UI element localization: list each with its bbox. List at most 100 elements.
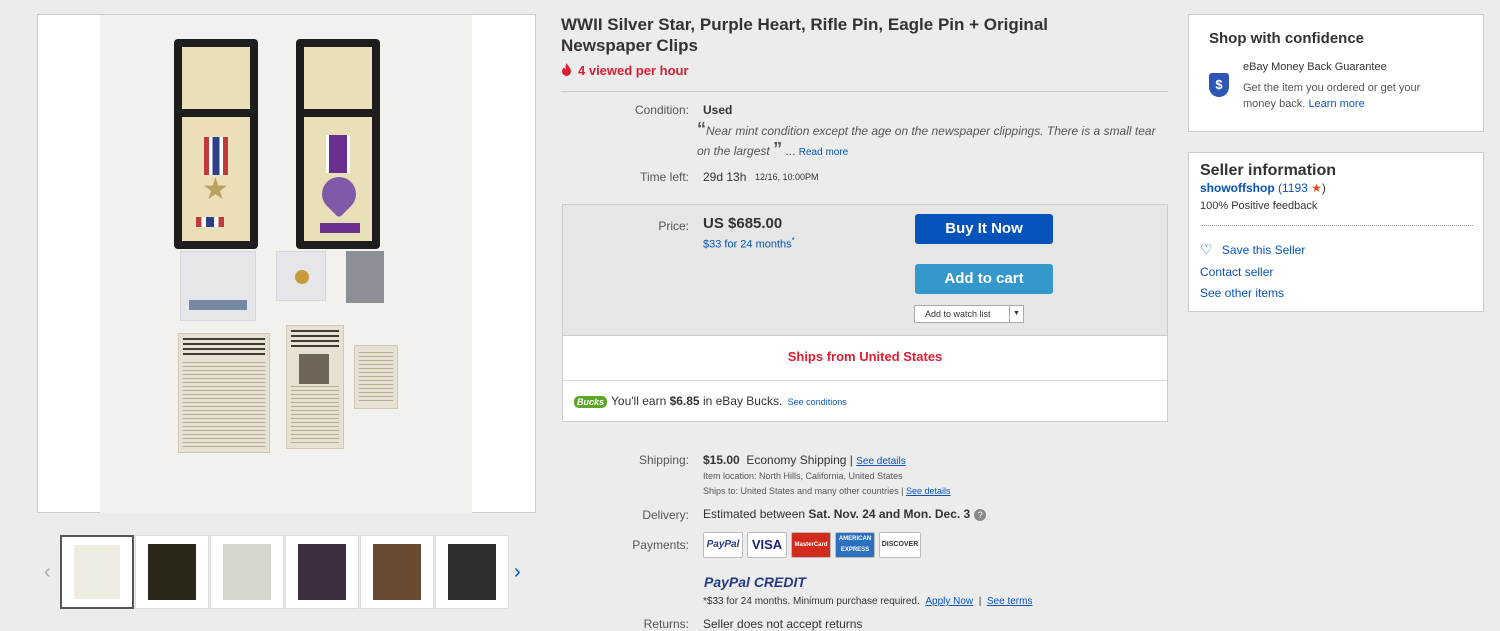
divider [561,91,1168,92]
ships-to-details-link[interactable]: See details [906,486,951,496]
watch-list-label: Add to watch list [925,309,991,319]
newspaper-clip-3 [354,345,398,409]
ships-from: Ships from United States [787,349,943,364]
newspaper-clip-2 [286,325,344,449]
thumbnail-2[interactable] [135,535,209,609]
guarantee-desc: Get the item you ordered or get your mon… [1243,80,1453,112]
watch-list-button[interactable]: Add to watch list ▼ [914,305,1024,323]
open-quote: “ [697,119,706,139]
amex-icon: AMERICAN EXPRESS [835,532,875,558]
contact-seller-link[interactable]: Contact seller [1200,265,1273,279]
seller-note-text: Near mint condition except the age on th… [697,124,1156,158]
time-left-label: Time left: [640,170,689,184]
purple-heart-case [296,39,380,249]
thumbnail-strip: ‹ › [40,533,530,611]
thumbnail-1[interactable] [60,535,134,609]
seller-info-card: Seller information showoffshop (1193 ★) … [1188,152,1484,312]
bucks-amount: $6.85 [669,394,700,408]
delivery-value: Estimated between Sat. Nov. 24 and Mon. … [703,507,987,521]
separator: | [846,453,857,467]
newspaper-clip-1 [178,333,270,453]
delivery-text: Estimated between [703,507,809,521]
read-more-link[interactable]: Read more [799,147,848,158]
apply-now-link[interactable]: Apply Now [925,596,973,607]
thumbnail-6[interactable] [435,535,509,609]
price-box-footer [563,335,1167,421]
save-seller-button[interactable]: ♡ Save this Seller [1200,241,1305,258]
shipping-value: $15.00 Economy Shipping | See details [703,453,906,467]
seller-name-link[interactable]: showoffshop [1200,181,1275,195]
divider [563,380,1167,381]
viewed-text: 4 viewed per hour [578,63,689,78]
divider [1201,225,1473,226]
silver-star-case: ★ [174,39,258,249]
shipping-details-link[interactable]: See details [856,456,905,467]
thumbnail-3[interactable] [210,535,284,609]
credit-note-text: *$33 for 24 months. Minimum purchase req… [703,596,920,607]
monthly-asterisk: * [791,236,795,245]
shield-icon: $ [1209,73,1229,97]
delivery-label: Delivery: [642,508,689,522]
buy-it-now-button[interactable]: Buy It Now [915,214,1053,244]
price-box [562,204,1168,422]
confidence-title: Shop with confidence [1209,30,1365,47]
booklet [346,251,384,303]
seller-name-row: showoffshop (1193 ★) [1200,181,1326,195]
bucks-logo: Bucks [574,396,608,408]
returns-value: Seller does not accept returns [703,617,863,631]
main-image[interactable]: ★ [37,14,536,513]
see-conditions-link[interactable]: See conditions [788,397,847,407]
item-location: Item location: North Hills, California, … [703,471,903,481]
guarantee-title: eBay Money Back Guarantee [1243,61,1387,73]
visa-icon: VISA [747,532,787,558]
price-value: US $685.00 [703,215,783,232]
monthly-payment-text: $33 for 24 months [703,238,792,251]
time-left-end: 12/16, 10:00PM [755,172,819,182]
shipping-method: Economy Shipping [746,453,847,467]
see-other-items-link[interactable]: See other items [1200,286,1284,300]
shipping-cost: $15.00 [703,453,740,467]
shipping-label: Shipping: [638,453,689,467]
thumb-prev-icon[interactable]: ‹ [44,561,51,584]
rifle-pin-bag [180,251,256,321]
see-terms-link[interactable]: See terms [987,596,1033,607]
paypal-credit-logo: PayPal CREDIT [704,574,806,590]
paypal-credit-note: *$33 for 24 months. Minimum purchase req… [703,596,1033,607]
help-icon[interactable]: ? [974,509,987,521]
chevron-down-icon[interactable]: ▼ [1009,306,1023,322]
mastercard-icon: MasterCard [791,532,831,558]
feedback-count[interactable]: (1193 [1278,181,1308,195]
shop-confidence-card: Shop with confidence $ eBay Money Back G… [1188,14,1484,132]
seller-note: “Near mint condition except the age on t… [697,119,1156,159]
heart-icon: ♡ [1200,241,1213,257]
condition-value: Used [703,103,733,117]
save-seller-label: Save this Seller [1221,243,1306,257]
close-quote: ” [773,139,783,159]
monthly-payment-link[interactable]: $33 for 24 months* [703,236,795,251]
learn-more-link[interactable]: Learn more [1308,98,1364,110]
bucks-text: You'll earn [611,394,670,408]
positive-feedback: 100% Positive feedback [1200,200,1318,212]
thumb-next-icon[interactable]: › [514,561,521,584]
price-label: Price: [658,219,689,233]
ships-to-text: Ships to: United States and many other c… [703,486,899,496]
viewed-per-hour: 4 viewed per hour [561,63,689,78]
ships-to: Ships to: United States and many other c… [703,486,951,496]
ebay-bucks: Bucks You'll earn $6.85 in eBay Bucks. Se… [574,394,847,408]
condition-label: Condition: [634,103,689,117]
returns-label: Returns: [643,617,689,631]
fire-icon [562,63,571,76]
delivery-dates: Sat. Nov. 24 and Mon. Dec. 3 [808,507,971,521]
bucks-text-post: in eBay Bucks. [699,394,783,408]
paypal-icon: PayPal [703,532,743,558]
star-icon: ★ [1311,181,1322,195]
seller-title: Seller information [1200,162,1337,179]
item-title: WWII Silver Star, Purple Heart, Rifle Pi… [561,15,1048,55]
thumbnail-4[interactable] [285,535,359,609]
feedback-close: ) [1321,181,1326,195]
time-left-value: 29d 13h [703,170,747,184]
eagle-pin-bag [276,251,326,301]
thumbnail-5[interactable] [360,535,434,609]
item-photo: ★ [100,15,472,513]
add-to-cart-button[interactable]: Add to cart [915,264,1053,294]
